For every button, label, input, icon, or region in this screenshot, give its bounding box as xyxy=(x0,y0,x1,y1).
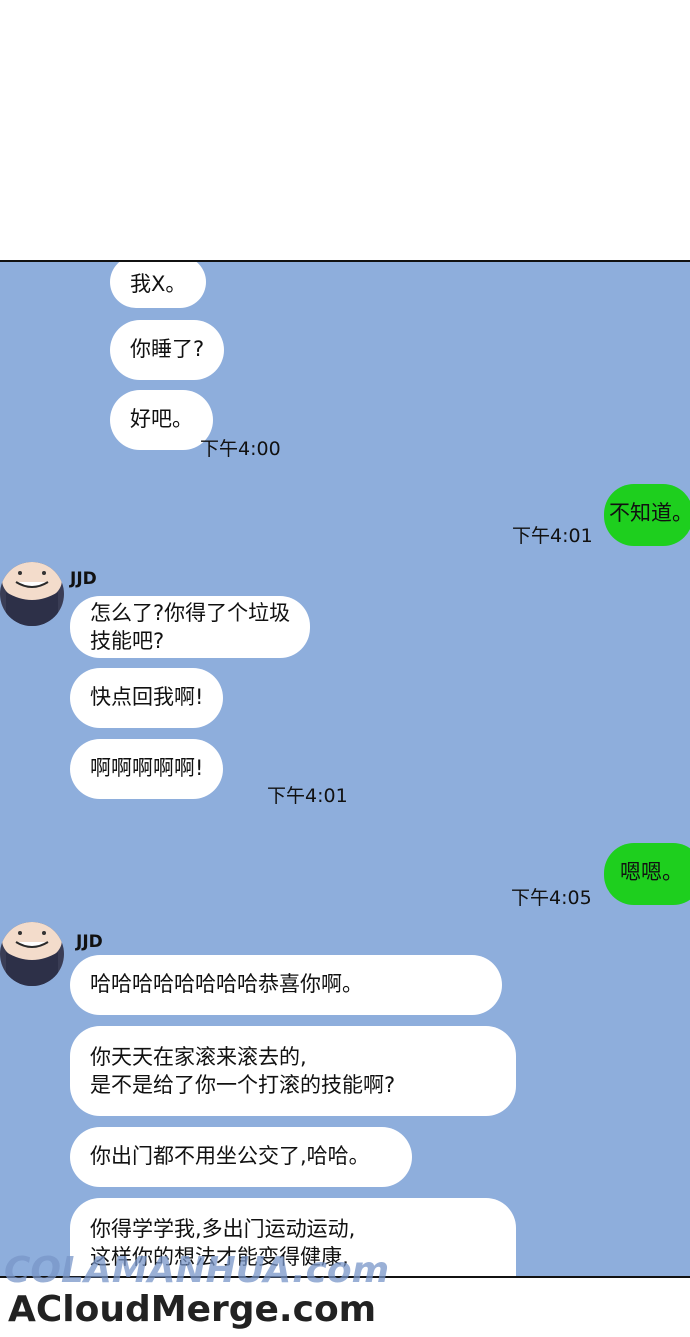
timestamp: 下午4:00 xyxy=(200,438,281,460)
timestamp: 下午4:01 xyxy=(267,785,348,807)
message-bubble: 你睡了? xyxy=(110,320,225,380)
message-bubble: 哈哈哈哈哈哈哈哈恭喜你啊。 xyxy=(70,955,502,1015)
message-bubble: 我X。 xyxy=(110,262,207,308)
message-bubble: 你天天在家滚来滚去的, 是不是给了你一个打滚的技能啊? xyxy=(70,1026,516,1116)
sender-name: JJD xyxy=(76,932,103,952)
avatar[interactable] xyxy=(0,562,64,626)
sender-name: JJD xyxy=(70,569,97,589)
message-bubble: 好吧。 xyxy=(110,390,213,450)
message-bubble: 你出门都不用坐公交了,哈哈。 xyxy=(70,1127,412,1187)
avatar[interactable] xyxy=(0,922,64,986)
my-message-bubble: 嗯嗯。 xyxy=(604,843,690,905)
message-bubble: 快点回我啊! xyxy=(70,668,224,728)
my-message-bubble: 不知道。 xyxy=(604,484,690,546)
message-bubble: 怎么了?你得了个垃圾 技能吧? xyxy=(70,596,311,658)
message-bubble: 啊啊啊啊啊! xyxy=(70,739,224,799)
timestamp: 下午4:05 xyxy=(511,887,592,909)
timestamp: 下午4:01 xyxy=(512,525,593,547)
watermark: COLAMANHUA.com xyxy=(4,1250,390,1291)
watermark: ACloudMerge.com xyxy=(8,1289,377,1330)
chat-panel: 我X。 你睡了? 好吧。 下午4:00 不知道。 下午4:01 JJD 怎么了?… xyxy=(0,260,690,1278)
